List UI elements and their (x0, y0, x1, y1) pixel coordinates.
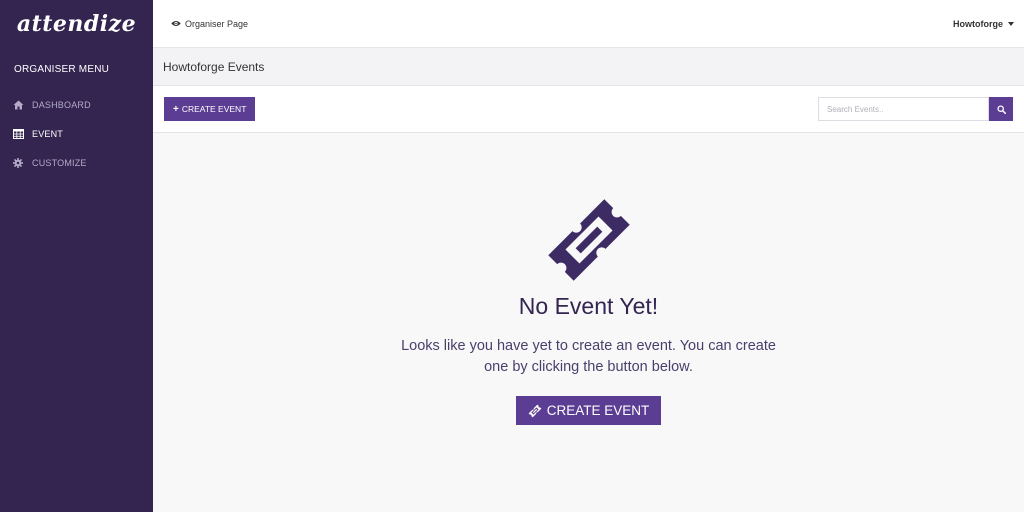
empty-state: No Event Yet! Looks like you have yet to… (153, 133, 1024, 512)
search-button[interactable] (989, 97, 1013, 121)
toolbar: + CREATE EVENT (153, 86, 1024, 133)
organiser-page-link[interactable]: Organiser Page (171, 19, 248, 29)
empty-state-message: Looks like you have yet to create an eve… (401, 338, 776, 375)
create-event-large-button[interactable]: CREATE EVENT (515, 396, 662, 425)
sidebar-item-event[interactable]: EVENT (0, 119, 153, 148)
caret-down-icon (1008, 21, 1014, 26)
gear-icon (12, 157, 24, 169)
logo[interactable]: attendize (0, 0, 153, 48)
sidebar-item-label: DASHBOARD (32, 99, 91, 110)
top-bar: Organiser Page Howtoforge (153, 0, 1024, 48)
eye-icon (171, 20, 181, 27)
organiser-page-label: Organiser Page (185, 18, 249, 29)
sidebar-item-label: CUSTOMIZE (32, 157, 87, 168)
ticket-icon (544, 195, 634, 285)
home-icon (12, 99, 24, 111)
empty-state-title: No Event Yet! (518, 293, 659, 319)
page-header: Howtoforge Events (153, 48, 1024, 86)
search-group (818, 97, 1013, 121)
calendar-icon (12, 128, 24, 140)
sidebar-heading: ORGANISER MENU (14, 64, 110, 75)
create-event-button[interactable]: + CREATE EVENT (164, 97, 256, 121)
logo-text: attendize (16, 11, 137, 37)
user-menu-dropdown[interactable]: Howtoforge (953, 19, 1014, 29)
search-input[interactable] (818, 97, 989, 121)
create-event-large-label: CREATE EVENT (546, 403, 650, 418)
sidebar-item-customize[interactable]: CUSTOMIZE (0, 148, 153, 177)
ticket-small-icon (528, 404, 542, 418)
sidebar-item-label: EVENT (32, 128, 64, 139)
create-event-label: CREATE EVENT (181, 104, 247, 114)
user-name: Howtoforge (953, 18, 1003, 29)
sidebar: attendize ORGANISER MENU DASHBOARD EVENT (0, 0, 153, 512)
plus-icon: + (173, 103, 179, 115)
sidebar-item-dashboard[interactable]: DASHBOARD (0, 90, 153, 119)
search-icon (996, 104, 1006, 114)
page-title: Howtoforge Events (163, 59, 265, 74)
